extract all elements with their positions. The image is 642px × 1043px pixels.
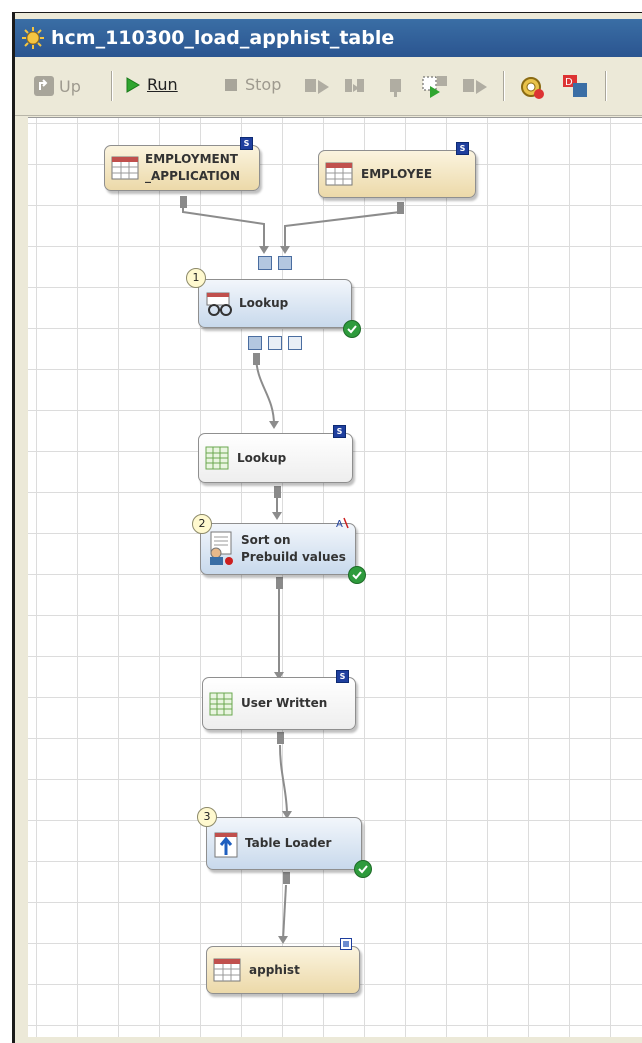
node-label: Lookup: [239, 296, 289, 310]
success-check-icon: [348, 566, 366, 584]
node-sort[interactable]: Sort on Prebuild values: [200, 523, 356, 575]
target-badge-icon: [340, 938, 352, 950]
node-lookup-table[interactable]: Lookup: [198, 433, 353, 483]
node-employment-application[interactable]: EMPLOYMENT _APPLICATION: [104, 145, 260, 191]
output-connector[interactable]: [397, 202, 404, 214]
node-lookup-transform[interactable]: Lookup: [198, 279, 352, 328]
output-connector[interactable]: [274, 486, 281, 498]
node-label: Sort on: [241, 533, 291, 547]
input-port[interactable]: [278, 256, 292, 270]
node-label: Lookup: [237, 450, 287, 465]
node-label: Prebuild values: [241, 550, 346, 564]
step-number: 2: [192, 514, 212, 534]
table-icon: [111, 156, 139, 180]
node-employee[interactable]: EMPLOYEE: [318, 150, 476, 198]
source-badge: S: [333, 425, 346, 438]
node-user-written[interactable]: User Written: [202, 677, 356, 730]
input-port[interactable]: [258, 256, 272, 270]
output-connector[interactable]: [276, 577, 283, 589]
sort-user-icon: [210, 531, 233, 565]
success-check-icon: [343, 320, 361, 338]
output-port[interactable]: [248, 336, 262, 350]
node-label: EMPLOYMENT: [145, 152, 238, 166]
output-connector[interactable]: [277, 732, 284, 744]
success-check-icon: [354, 860, 372, 878]
table-icon: [325, 162, 353, 186]
step-number: 3: [197, 807, 217, 827]
source-badge: S: [240, 137, 253, 150]
node-label: _APPLICATION: [145, 169, 241, 183]
node-table-loader[interactable]: Table Loader: [206, 817, 362, 870]
output-port[interactable]: [268, 336, 282, 350]
output-connector[interactable]: [283, 872, 290, 884]
table-icon: [213, 958, 241, 982]
node-label: Table Loader: [245, 836, 332, 850]
node-label: User Written: [241, 696, 328, 710]
output-connector[interactable]: [253, 353, 260, 365]
work-table-icon: [209, 692, 233, 715]
sort-az-icon: A: [336, 517, 349, 530]
source-badge: S: [456, 142, 469, 155]
node-apphist[interactable]: apphist: [206, 946, 360, 994]
node-label: EMPLOYEE: [361, 166, 433, 181]
step-number: 1: [186, 268, 206, 288]
table-loader-icon: [214, 832, 238, 857]
work-table-icon: [205, 446, 229, 470]
svg-text:A: A: [336, 519, 343, 530]
output-connector[interactable]: [180, 196, 187, 208]
source-badge: S: [336, 670, 349, 683]
output-port[interactable]: [288, 336, 302, 350]
lookup-glasses-icon: [206, 292, 232, 316]
node-label: apphist: [249, 962, 300, 977]
